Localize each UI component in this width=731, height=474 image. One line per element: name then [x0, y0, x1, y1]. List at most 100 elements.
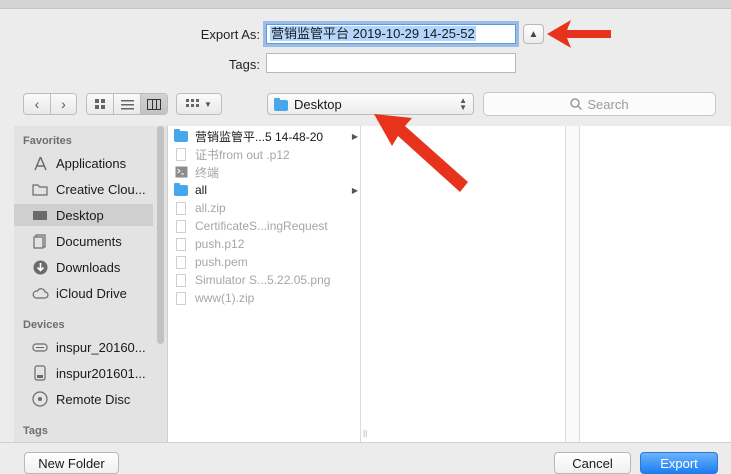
- back-forward-control: ‹ ›: [23, 93, 77, 115]
- column-view-button[interactable]: [140, 94, 167, 114]
- file-name: 证书from out .p12: [195, 147, 290, 162]
- file-item[interactable]: all.zip: [174, 199, 358, 217]
- annotation-arrow-1: [547, 20, 611, 48]
- folder-icon: [31, 181, 49, 197]
- documents-icon: [31, 233, 49, 249]
- file-name: www(1).zip: [195, 291, 255, 305]
- sidebar-item-desktop[interactable]: Desktop: [14, 204, 153, 226]
- file-item[interactable]: push.pem: [174, 253, 358, 271]
- disclosure-arrow-icon: ▶: [351, 131, 358, 141]
- forward-button[interactable]: ›: [49, 94, 76, 114]
- sidebar-item-label: Documents: [56, 233, 122, 249]
- arrange-menu-button[interactable]: ▼: [176, 93, 222, 115]
- applications-icon: [31, 155, 49, 171]
- window-top-edge: [0, 0, 731, 9]
- cloud-icon: [31, 285, 49, 301]
- file-column-4: [580, 126, 731, 442]
- sidebar-item-creative-cloud[interactable]: Creative Clou...: [14, 178, 153, 200]
- search-icon: [570, 98, 583, 110]
- document-icon: [174, 255, 188, 269]
- file-column-2: ||: [361, 126, 566, 442]
- image-file-icon: [174, 273, 188, 287]
- export-as-value: 营销监管平台 2019-10-29 14-25-52: [270, 26, 476, 41]
- file-item[interactable]: www(1).zip: [174, 289, 358, 307]
- sidebar-item-applications[interactable]: Applications: [14, 152, 153, 174]
- sidebar-item-documents[interactable]: Documents: [14, 230, 153, 252]
- file-name: 终端: [195, 165, 220, 180]
- file-item[interactable]: CertificateS...ingRequest: [174, 217, 358, 235]
- disc-icon: [31, 391, 49, 407]
- sidebar-item-label: Applications: [56, 155, 127, 171]
- sidebar-item-label: Downloads: [56, 259, 121, 275]
- columns-icon: [147, 98, 161, 110]
- document-icon: [174, 219, 188, 233]
- file-column-3: [566, 126, 580, 442]
- tags-heading: Tags: [23, 425, 48, 437]
- bottom-bar: New Folder Cancel Export: [0, 442, 731, 474]
- sidebar-item-label: Desktop: [56, 207, 104, 223]
- icon-view-button[interactable]: [87, 94, 113, 114]
- devices-heading: Devices: [23, 319, 65, 331]
- chevron-up-icon: ▲: [528, 28, 539, 40]
- zip-file-icon: [174, 201, 188, 215]
- file-column-1: 营销监管平...5 14-48-20 ▶ 证书from out .p12 终端 …: [168, 126, 361, 442]
- sidebar-item-device-2[interactable]: inspur201601...: [14, 362, 153, 384]
- file-item[interactable]: push.p12: [174, 235, 358, 253]
- collapse-toggle-button[interactable]: ▲: [523, 24, 544, 44]
- list-view-button[interactable]: [113, 94, 140, 114]
- sidebar-item-icloud-drive[interactable]: iCloud Drive: [14, 282, 153, 304]
- sidebar-item-downloads[interactable]: Downloads: [14, 256, 153, 278]
- export-as-field[interactable]: 营销监管平台 2019-10-29 14-25-52: [266, 24, 516, 44]
- sidebar-item-label: Creative Clou...: [56, 181, 146, 197]
- new-folder-button[interactable]: New Folder: [24, 452, 119, 474]
- location-popup[interactable]: Desktop ▲ ▼: [267, 93, 474, 115]
- file-name: all.zip: [195, 201, 226, 215]
- file-name: Simulator S...5.22.05.png: [195, 273, 331, 287]
- list-icon: [120, 99, 134, 109]
- export-button[interactable]: Export: [640, 452, 718, 474]
- sidebar-item-label: inspur_20160...: [56, 339, 146, 355]
- file-name: 营销监管平...5 14-48-20: [195, 129, 324, 144]
- folder-icon: [174, 128, 188, 143]
- file-name: push.pem: [195, 255, 248, 269]
- sidebar-item-remote-disc[interactable]: Remote Disc: [14, 388, 153, 410]
- sidebar-item-device-1[interactable]: inspur_20160...: [14, 336, 153, 358]
- sidebar-item-label: iCloud Drive: [56, 285, 127, 301]
- document-icon: [174, 147, 188, 161]
- chevron-right-icon: ›: [61, 96, 66, 112]
- file-name: CertificateS...ingRequest: [195, 219, 328, 233]
- disclosure-arrow-icon: ▶: [351, 185, 358, 195]
- export-as-label: Export As:: [200, 27, 260, 42]
- file-name: all: [195, 183, 208, 197]
- tags-field[interactable]: [266, 53, 516, 73]
- terminal-icon: [174, 165, 188, 179]
- folder-icon: [274, 97, 288, 111]
- downloads-icon: [31, 259, 49, 275]
- zip-file-icon: [174, 291, 188, 305]
- search-field[interactable]: Search: [483, 92, 716, 116]
- file-item[interactable]: Simulator S...5.22.05.png: [174, 271, 358, 289]
- file-item[interactable]: 营销监管平...5 14-48-20 ▶: [174, 127, 358, 145]
- sidebar-scrollbar[interactable]: [157, 126, 164, 344]
- tags-label: Tags:: [228, 57, 260, 72]
- file-item[interactable]: all ▶: [174, 181, 358, 199]
- folder-icon: [174, 182, 188, 197]
- chevron-left-icon: ‹: [34, 96, 40, 112]
- updown-chevron-icon: ▲ ▼: [459, 96, 467, 112]
- document-icon: [174, 237, 188, 251]
- desktop-icon: [31, 207, 49, 223]
- disk-icon: [31, 339, 49, 355]
- external-disk-icon: [31, 365, 49, 381]
- file-item[interactable]: 证书from out .p12: [174, 145, 358, 163]
- location-label: Desktop: [294, 96, 342, 112]
- favorites-heading: Favorites: [23, 135, 72, 147]
- sidebar-item-label: inspur201601...: [56, 365, 146, 381]
- file-name: push.p12: [195, 237, 245, 251]
- file-item[interactable]: 终端: [174, 163, 358, 181]
- sidebar-item-label: Remote Disc: [56, 391, 131, 407]
- back-button[interactable]: ‹: [24, 94, 50, 114]
- column-resize-handle[interactable]: ||: [363, 429, 367, 438]
- cancel-button[interactable]: Cancel: [554, 452, 631, 474]
- view-mode-control: [86, 93, 168, 115]
- chevron-down-icon: ▼: [204, 99, 212, 109]
